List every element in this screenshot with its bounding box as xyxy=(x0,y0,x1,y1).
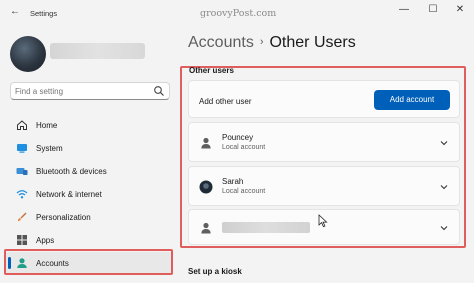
avatar[interactable] xyxy=(10,36,46,72)
chevron-down-icon[interactable] xyxy=(439,223,449,233)
add-account-button[interactable]: Add account xyxy=(374,90,450,110)
search-icon[interactable] xyxy=(153,85,165,97)
search-input[interactable] xyxy=(15,85,150,97)
sidebar-item-label: System xyxy=(36,144,63,153)
user-name-redacted xyxy=(50,43,145,59)
breadcrumb-parent[interactable]: Accounts xyxy=(188,34,254,51)
chevron-down-icon[interactable] xyxy=(439,138,449,148)
sidebar-item-label: Home xyxy=(36,121,58,130)
user-account-type: Local account xyxy=(222,188,266,195)
main-content: Accounts › Other Users Other users Add oth… xyxy=(180,26,474,283)
sidebar-item-network[interactable]: Network & internet xyxy=(5,183,173,205)
mouse-cursor-icon xyxy=(318,214,328,228)
user-name-redacted xyxy=(222,222,310,233)
title-bar: ← Settings groovyPost.com — ☐ ✕ xyxy=(0,0,474,26)
sidebar-item-label: Bluetooth & devices xyxy=(36,167,107,176)
apps-icon xyxy=(17,235,27,245)
back-button[interactable]: ← xyxy=(8,5,22,19)
user-name: Sarah xyxy=(222,177,244,186)
system-icon xyxy=(17,144,27,153)
minimize-button[interactable]: — xyxy=(396,3,412,17)
user-account-type: Local account xyxy=(222,144,266,151)
section-title-kiosk: Set up a kiosk xyxy=(188,267,242,276)
search-box[interactable] xyxy=(10,82,170,100)
user-name: Pouncey xyxy=(222,133,254,142)
page-title: Other Users xyxy=(269,34,356,51)
user-icon xyxy=(201,222,211,234)
sidebar-item-label: Apps xyxy=(36,236,55,245)
user-avatar-icon xyxy=(199,180,213,194)
add-other-user-label: Add other user xyxy=(199,97,252,106)
sidebar-item-label: Personalization xyxy=(36,213,91,222)
sidebar-item-label: Network & internet xyxy=(36,190,102,199)
sidebar-item-apps[interactable]: Apps xyxy=(5,229,173,251)
sidebar: Home System Bluetooth & devices Network … xyxy=(0,26,180,283)
app-title: Settings xyxy=(30,9,58,18)
user-icon xyxy=(201,137,211,149)
add-other-user-card: Add other user Add account xyxy=(188,80,460,118)
watermark: groovyPost.com xyxy=(200,8,277,19)
home-icon xyxy=(17,120,27,130)
section-title-other-users: Other users xyxy=(189,66,234,75)
breadcrumb: Accounts › Other Users xyxy=(188,34,356,52)
user-card-sarah[interactable]: Sarah Local account xyxy=(188,166,460,206)
sidebar-item-bluetooth[interactable]: Bluetooth & devices xyxy=(5,160,173,182)
bluetooth-icon xyxy=(16,168,28,175)
breadcrumb-separator: › xyxy=(259,36,264,48)
highlight-accounts xyxy=(4,249,173,275)
sidebar-item-home[interactable]: Home xyxy=(5,114,173,136)
sidebar-item-system[interactable]: System xyxy=(5,137,173,159)
sidebar-item-personalization[interactable]: Personalization xyxy=(5,206,173,228)
chevron-down-icon[interactable] xyxy=(439,182,449,192)
maximize-button[interactable]: ☐ xyxy=(425,3,441,17)
wifi-icon xyxy=(16,190,28,199)
close-button[interactable]: ✕ xyxy=(452,3,468,17)
user-card-pouncey[interactable]: Pouncey Local account xyxy=(188,122,460,162)
brush-icon xyxy=(17,212,27,222)
